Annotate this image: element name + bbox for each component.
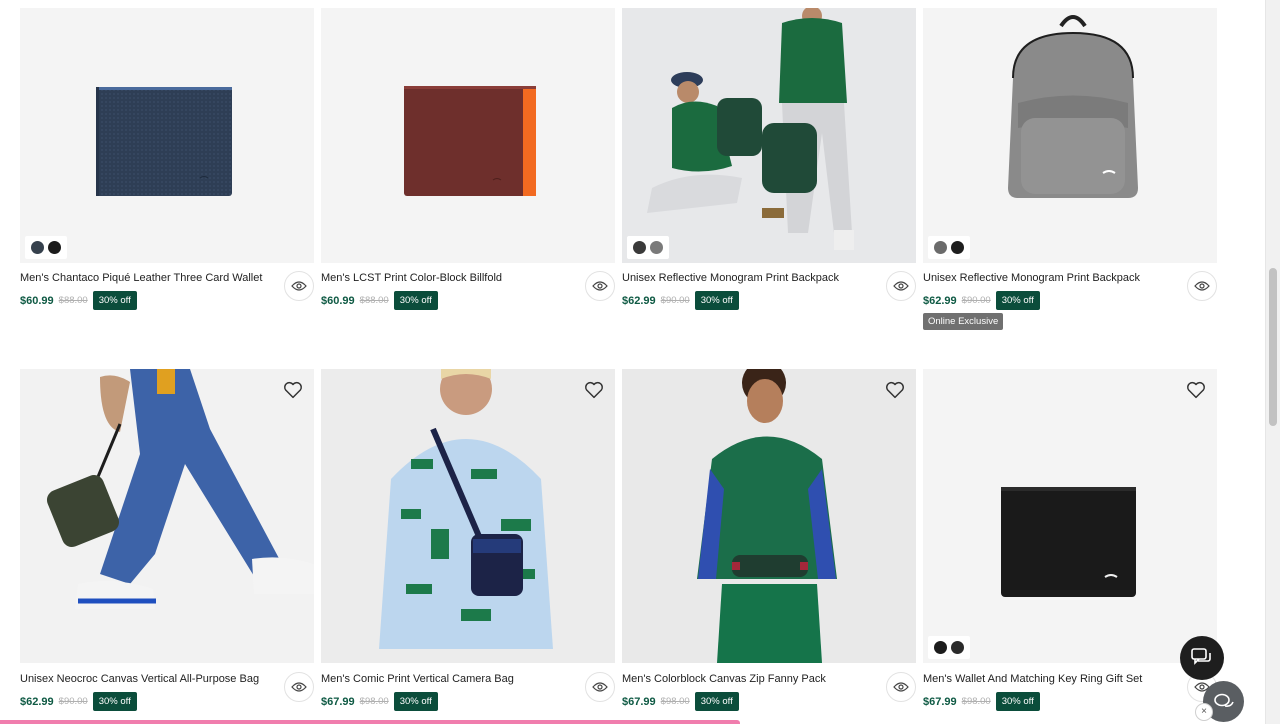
eye-icon[interactable] xyxy=(284,672,314,702)
promo-banner-edge xyxy=(0,720,740,724)
product-name[interactable]: Unisex Neocroc Canvas Vertical All-Purpo… xyxy=(20,673,259,685)
original-price: $98.00 xyxy=(961,696,991,707)
scrollbar[interactable] xyxy=(1265,0,1280,724)
sale-price: $62.99 xyxy=(923,294,957,307)
product-name[interactable]: Men's Wallet And Matching Key Ring Gift … xyxy=(923,673,1142,685)
eye-icon[interactable] xyxy=(585,271,615,301)
product-card[interactable]: Men's LCST Print Color-Block Billfold $6… xyxy=(321,8,615,310)
original-price: $88.00 xyxy=(58,295,88,306)
close-icon[interactable]: × xyxy=(1195,703,1213,721)
original-price: $88.00 xyxy=(359,295,389,306)
product-name[interactable]: Unisex Reflective Monogram Print Backpac… xyxy=(622,272,839,284)
color-swatches xyxy=(928,236,970,259)
discount-badge: 30% off xyxy=(393,692,438,711)
product-image[interactable] xyxy=(923,8,1217,263)
discount-badge: 30% off xyxy=(393,291,438,310)
price-row: $60.99 $88.00 30% off xyxy=(20,291,137,310)
original-price: $98.00 xyxy=(660,696,690,707)
eye-icon[interactable] xyxy=(284,271,314,301)
original-price: $90.00 xyxy=(961,295,991,306)
color-swatches xyxy=(928,636,970,659)
color-swatches xyxy=(25,236,67,259)
original-price: $98.00 xyxy=(359,696,389,707)
discount-badge: 30% off xyxy=(995,291,1040,310)
product-name[interactable]: Men's Comic Print Vertical Camera Bag xyxy=(321,673,514,685)
product-card[interactable]: Men's Chantaco Piqué Leather Three Card … xyxy=(20,8,314,310)
product-card[interactable]: Men's Comic Print Vertical Camera Bag $6… xyxy=(321,369,615,711)
price-row: $67.99 $98.00 30% off xyxy=(622,692,739,711)
color-swatch[interactable] xyxy=(650,241,663,254)
color-swatch[interactable] xyxy=(48,241,61,254)
price-row: $60.99 $88.00 30% off xyxy=(321,291,438,310)
price-row: $67.99 $98.00 30% off xyxy=(923,692,1040,711)
product-image[interactable] xyxy=(622,369,916,663)
product-image[interactable] xyxy=(321,369,615,663)
product-image[interactable] xyxy=(20,8,314,263)
original-price: $90.00 xyxy=(58,696,88,707)
discount-badge: 30% off xyxy=(92,291,137,310)
color-swatch[interactable] xyxy=(951,241,964,254)
discount-badge: 30% off xyxy=(995,692,1040,711)
product-name[interactable]: Men's LCST Print Color-Block Billfold xyxy=(321,272,502,284)
sale-price: $60.99 xyxy=(321,294,355,307)
color-swatch[interactable] xyxy=(934,641,947,654)
eye-icon[interactable] xyxy=(585,672,615,702)
product-name[interactable]: Men's Chantaco Piqué Leather Three Card … xyxy=(20,272,262,284)
eye-icon[interactable] xyxy=(886,672,916,702)
discount-badge: 30% off xyxy=(92,692,137,711)
price-row: $62.99 $90.00 30% off xyxy=(20,692,137,711)
price-row: $67.99 $98.00 30% off xyxy=(321,692,438,711)
sale-price: $62.99 xyxy=(622,294,656,307)
product-card[interactable]: Unisex Reflective Monogram Print Backpac… xyxy=(923,8,1217,330)
heart-icon[interactable] xyxy=(1185,379,1207,401)
chat-icon[interactable] xyxy=(1180,636,1224,680)
eye-icon[interactable] xyxy=(886,271,916,301)
color-swatch[interactable] xyxy=(31,241,44,254)
scrollbar-thumb[interactable] xyxy=(1269,268,1277,426)
discount-badge: 30% off xyxy=(694,692,739,711)
product-grid-page: Men's Chantaco Piqué Leather Three Card … xyxy=(0,0,1280,724)
product-image[interactable] xyxy=(923,369,1217,663)
sale-price: $60.99 xyxy=(20,294,54,307)
product-card[interactable]: Unisex Reflective Monogram Print Backpac… xyxy=(622,8,916,310)
sale-price: $62.99 xyxy=(20,695,54,708)
price-row: $62.99 $90.00 30% off xyxy=(622,291,739,310)
product-name[interactable]: Unisex Reflective Monogram Print Backpac… xyxy=(923,272,1140,284)
sale-price: $67.99 xyxy=(321,695,355,708)
color-swatch[interactable] xyxy=(633,241,646,254)
product-image[interactable] xyxy=(20,369,314,663)
heart-icon[interactable] xyxy=(282,379,304,401)
product-image[interactable] xyxy=(321,8,615,263)
sale-price: $67.99 xyxy=(923,695,957,708)
product-card[interactable]: Men's Wallet And Matching Key Ring Gift … xyxy=(923,369,1217,711)
product-name[interactable]: Men's Colorblock Canvas Zip Fanny Pack xyxy=(622,673,826,685)
original-price: $90.00 xyxy=(660,295,690,306)
eye-icon[interactable] xyxy=(1187,271,1217,301)
heart-icon[interactable] xyxy=(884,379,906,401)
discount-badge: 30% off xyxy=(694,291,739,310)
price-row: $62.99 $90.00 30% off xyxy=(923,291,1040,310)
color-swatch[interactable] xyxy=(951,641,964,654)
sale-price: $67.99 xyxy=(622,695,656,708)
heart-icon[interactable] xyxy=(583,379,605,401)
product-card[interactable]: Men's Colorblock Canvas Zip Fanny Pack $… xyxy=(622,369,916,711)
product-card[interactable]: Unisex Neocroc Canvas Vertical All-Purpo… xyxy=(20,369,314,711)
online-exclusive-badge: Online Exclusive xyxy=(923,313,1004,330)
product-image[interactable] xyxy=(622,8,916,263)
color-swatches xyxy=(627,236,669,259)
color-swatch[interactable] xyxy=(934,241,947,254)
